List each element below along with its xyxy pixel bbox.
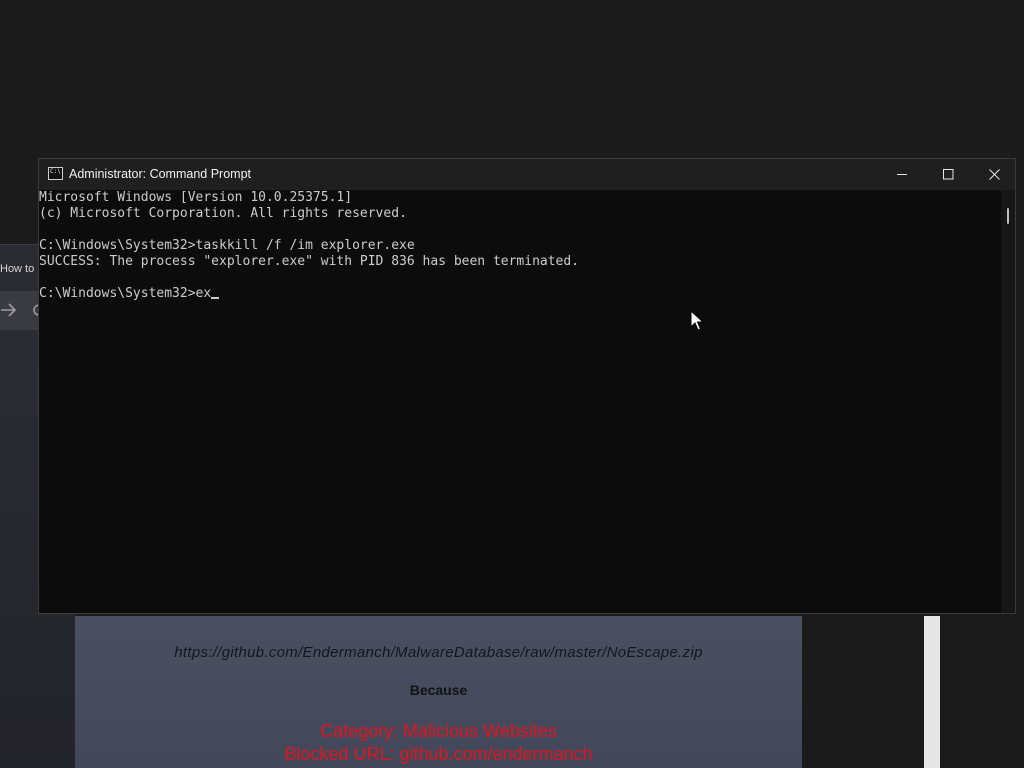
minimize-button[interactable] [879,159,925,190]
minimize-icon [897,174,907,175]
maximize-icon [943,169,954,180]
console-output[interactable]: Microsoft Windows [Version 10.0.25375.1]… [39,190,1001,613]
command-prompt-window[interactable]: C:\ Administrator: Command Prompt Micros… [38,158,1016,614]
close-icon [989,169,1000,180]
title-bar[interactable]: C:\ Administrator: Command Prompt [39,159,1015,190]
mouse-pointer-icon [690,310,704,331]
browser-tab[interactable]: How to [0,245,40,291]
text-cursor [211,297,220,299]
desktop: How to https://github.com/Endermanch/Mal… [0,0,1024,768]
blocked-page-content: https://github.com/Endermanch/MalwareDat… [75,616,802,768]
maximize-button[interactable] [925,159,971,190]
console-line: C:\Windows\System32>taskkill /f /im expl… [39,238,415,253]
browser-toolbar [0,291,45,331]
console-line: Microsoft Windows [Version 10.0.25375.1] [39,190,353,205]
console-scrollbar[interactable] [1001,190,1015,613]
scrollbar-thumb[interactable] [1007,208,1009,224]
console-line: SUCCESS: The process "explorer.exe" with… [39,254,580,269]
background-page-scrollbar[interactable] [924,616,940,768]
blocked-category-text: Category: Malicious Websites [320,721,557,741]
blocked-url-text: Blocked URL: github.com/endermanch [284,744,593,764]
forward-arrow-icon[interactable] [0,301,18,319]
blocked-page-url: https://github.com/Endermanch/MalwareDat… [174,644,703,661]
cmd-icon: C:\ [48,167,63,180]
window-title: Administrator: Command Prompt [69,167,252,181]
blocked-page-because: Because [409,682,468,698]
console-line: (c) Microsoft Corporation. All rights re… [39,206,407,221]
background-browser-window: How to [0,244,45,331]
command-input-line[interactable]: C:\Windows\System32>ex [39,286,1001,302]
close-button[interactable] [971,159,1017,190]
browser-tab-label: How to [0,263,35,275]
command-input-text: C:\Windows\System32>ex [39,286,212,301]
